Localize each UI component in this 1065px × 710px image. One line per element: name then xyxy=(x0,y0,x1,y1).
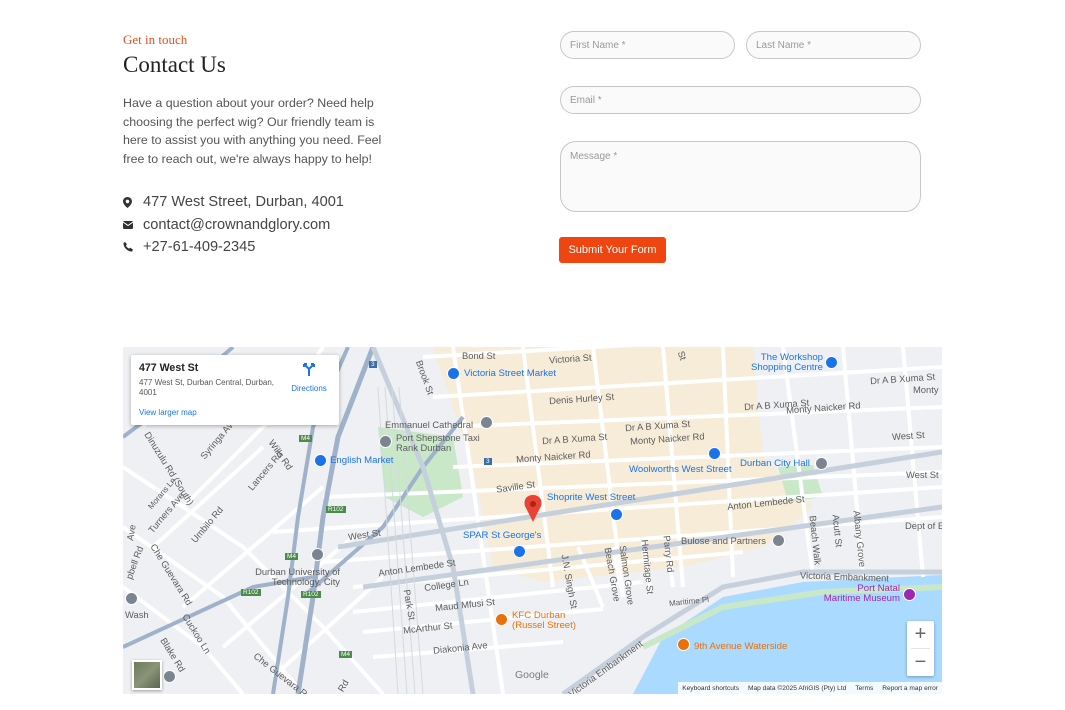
poi-bottom-icon[interactable] xyxy=(163,670,176,683)
route-shield: R102 xyxy=(241,589,261,596)
poi-wash-icon[interactable] xyxy=(125,592,138,605)
street-label: Monty xyxy=(913,384,939,395)
address-row: 477 West Street, Durban, 4001 xyxy=(123,191,344,214)
map-marker-icon xyxy=(123,196,143,208)
poi-victoria-market-icon[interactable] xyxy=(447,367,460,380)
route-shield: M4 xyxy=(285,553,299,560)
place-workshop[interactable]: The Workshop Shopping Centre xyxy=(735,353,823,373)
poi-dut-icon[interactable] xyxy=(311,548,324,561)
poi-emmanuel-icon[interactable] xyxy=(480,416,493,429)
street-label: Bond St xyxy=(462,350,496,361)
email-input[interactable] xyxy=(560,86,921,114)
map-attribution: Keyboard shortcuts Map data ©2025 AfriGI… xyxy=(678,682,942,694)
envelope-icon xyxy=(123,220,143,229)
street-label: West St xyxy=(891,428,926,443)
poi-english-market-icon[interactable] xyxy=(314,454,327,467)
place-kfc[interactable]: KFC Durban (Russel Street) xyxy=(512,611,582,631)
place-city-hall[interactable]: Durban City Hall xyxy=(740,458,810,469)
place-port-shepstone[interactable]: Port Shepstone Taxi Rank Durban xyxy=(396,433,486,453)
poi-kfc-icon[interactable] xyxy=(495,613,508,626)
google-logo: Google xyxy=(515,669,549,681)
email-link[interactable]: contact@crownandglory.com xyxy=(143,217,330,233)
address-text: 477 West Street, Durban, 4001 xyxy=(143,194,344,211)
page-title: Contact Us xyxy=(123,52,226,77)
terms-link[interactable]: Terms xyxy=(855,685,873,692)
place-ninth-ave[interactable]: 9th Avenue Waterside xyxy=(694,641,787,652)
phone-row: +27-61-409-2345 xyxy=(123,236,344,259)
route-shield: M4 xyxy=(339,651,353,658)
place-bulose[interactable]: Bulose and Partners xyxy=(681,535,766,546)
place-address: 477 West St, Durban Central, Durban, 400… xyxy=(139,378,275,397)
place-english-market[interactable]: English Market xyxy=(330,455,393,466)
zoom-out-button[interactable]: − xyxy=(907,649,934,676)
submit-button[interactable]: Submit Your Form xyxy=(559,237,666,263)
embedded-map[interactable]: Victoria Street Market The Workshop Shop… xyxy=(123,347,942,694)
phone-icon xyxy=(123,242,143,252)
place-name: 477 West St xyxy=(139,362,199,374)
directions-label: Directions xyxy=(291,384,327,393)
route-shield: 3 xyxy=(484,458,492,465)
poi-ninth-ave-icon[interactable] xyxy=(677,638,690,651)
street-label: Wash xyxy=(125,609,149,620)
poi-spar-icon[interactable] xyxy=(513,545,526,558)
poi-city-hall-icon[interactable] xyxy=(815,457,828,470)
poi-shoprite-icon[interactable] xyxy=(610,508,623,521)
street-label: Dept of E xyxy=(905,520,942,531)
last-name-input[interactable] xyxy=(746,31,921,59)
route-shield: R102 xyxy=(301,591,321,598)
place-spar[interactable]: SPAR St George's xyxy=(463,530,541,541)
place-woolworths[interactable]: Woolworths West Street xyxy=(629,464,732,475)
poi-port-shepstone-icon[interactable] xyxy=(379,435,392,448)
email-row: contact@crownandglory.com xyxy=(123,214,344,237)
map-data-text: Map data ©2025 AfriGIS (Pty) Ltd xyxy=(748,684,847,692)
poi-bulose-icon[interactable] xyxy=(772,534,785,547)
view-larger-map-link[interactable]: View larger map xyxy=(139,408,197,417)
poi-port-natal-icon[interactable] xyxy=(903,588,916,601)
place-info-card: 477 West St 477 West St, Durban Central,… xyxy=(131,355,339,425)
satellite-toggle[interactable] xyxy=(132,660,162,690)
first-name-input[interactable] xyxy=(560,31,735,59)
directions-button[interactable]: Directions xyxy=(289,361,329,393)
contact-details: 477 West Street, Durban, 4001 contact@cr… xyxy=(123,191,344,259)
route-shield: M4 xyxy=(299,435,313,442)
route-shield: R102 xyxy=(326,506,346,513)
phone-link[interactable]: +27-61-409-2345 xyxy=(143,239,255,255)
zoom-in-button[interactable]: + xyxy=(907,621,934,648)
place-dut[interactable]: Durban University of Technology, City xyxy=(248,567,340,587)
poi-workshop-icon[interactable] xyxy=(825,356,838,369)
route-shield: 3 xyxy=(369,361,377,368)
intro-paragraph: Have a question about your order? Need h… xyxy=(123,96,382,166)
zoom-controls: + − xyxy=(907,621,934,676)
message-textarea[interactable] xyxy=(560,141,921,212)
keyboard-shortcuts-link[interactable]: Keyboard shortcuts xyxy=(682,685,739,692)
report-error-link[interactable]: Report a map error xyxy=(882,685,938,692)
poi-woolworths-icon[interactable] xyxy=(708,447,721,460)
directions-icon xyxy=(301,363,317,381)
place-victoria-market[interactable]: Victoria Street Market xyxy=(464,368,556,379)
eyebrow-text: Get in touch xyxy=(123,32,188,47)
place-shoprite[interactable]: Shoprite West Street xyxy=(547,492,635,503)
street-label: West St xyxy=(906,469,939,480)
place-port-natal[interactable]: Port Natal Maritime Museum xyxy=(820,584,900,604)
place-emmanuel[interactable]: Emmanuel Cathedral xyxy=(385,419,473,430)
